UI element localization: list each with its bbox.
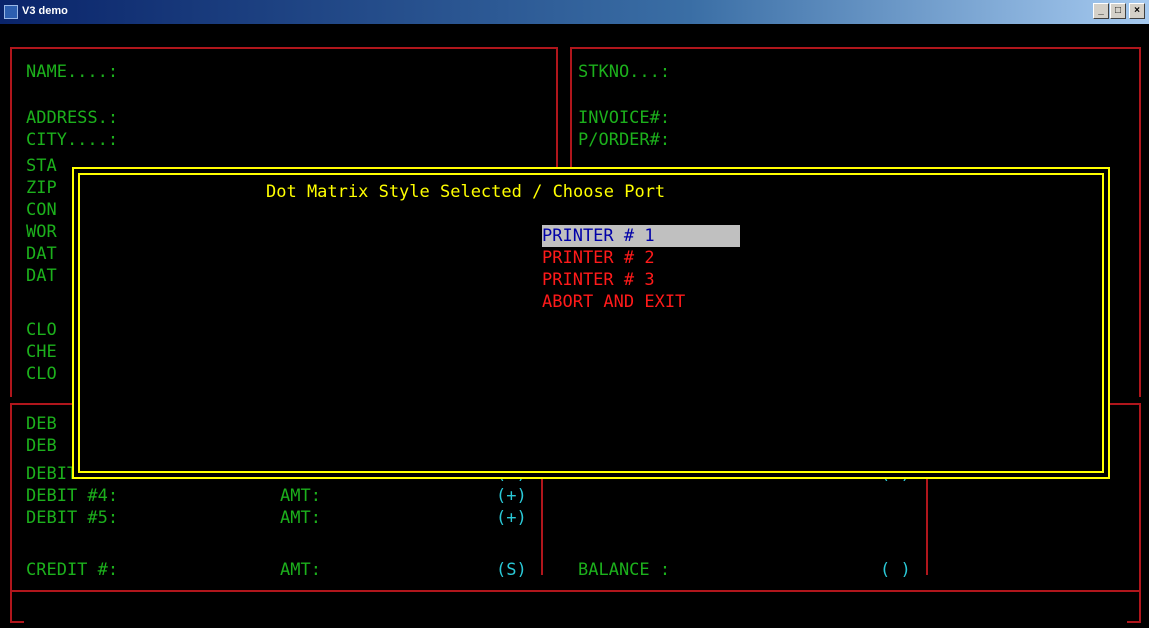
balance-label: BALANCE : [578,560,671,580]
frame-left [10,47,12,397]
field-label: CON [26,200,57,220]
field-label: CLO [26,320,57,340]
frame-left-lower [10,403,12,623]
menu-printer-3[interactable]: PRINTER # 3 [542,269,655,291]
debit-5-sign: (+) [496,508,527,528]
minimize-button[interactable]: _ [1093,3,1109,19]
frame-top-right [570,47,1141,49]
city-label: CITY....: [26,130,119,150]
frame-right [1139,47,1141,397]
close-button[interactable]: × [1129,3,1145,19]
window-title: V3 demo [22,5,68,17]
menu-printer-1[interactable]: PRINTER # 1 [542,225,740,247]
name-label: NAME....: [26,62,119,82]
debit-5-amt: AMT: [280,508,321,528]
frame-bottom [10,590,1141,592]
invoice-label: INVOICE#: [578,108,671,128]
dialog-title: Dot Matrix Style Selected / Choose Port [266,182,666,202]
frame-top-left [10,47,556,49]
debit-4-amt: AMT: [280,486,321,506]
credit-sign: (S) [496,560,527,580]
maximize-button[interactable]: □ [1110,3,1126,19]
debit-bracket [541,465,543,575]
menu-printer-2[interactable]: PRINTER # 2 [542,247,655,269]
field-label: CLO [26,364,57,384]
frame-mid-right [570,47,572,167]
credit-label: CREDIT #: [26,560,119,580]
frame-corner-right [1127,621,1141,623]
balance-sign: ( ) [880,560,911,580]
dialog-inner-border [78,173,1104,473]
title-bar: V3 demo _ □ × [0,0,1149,24]
field-label: ZIP [26,178,57,198]
field-label: DAT [26,266,57,286]
debit-4-sign: (+) [496,486,527,506]
paid-bracket [926,465,928,575]
field-label: DAT [26,244,57,264]
frame-right-lower [1139,403,1141,623]
frame-mid-left [556,47,558,167]
field-label: DEB [26,436,57,456]
porder-label: P/ORDER#: [578,130,671,150]
app-icon [4,5,18,19]
field-label: STA [26,156,57,176]
terminal-screen: NAME....: ADDRESS.: CITY....: STA ZIP CO… [10,27,1141,625]
field-label: CHE [26,342,57,362]
field-label: DEB [26,414,57,434]
credit-amt: AMT: [280,560,321,580]
debit-5-label: DEBIT #5: [26,508,119,528]
debit-4-label: DEBIT #4: [26,486,119,506]
address-label: ADDRESS.: [26,108,119,128]
stkno-label: STKNO...: [578,62,671,82]
field-label: WOR [26,222,57,242]
frame-corner-left [10,621,24,623]
choose-port-dialog: Dot Matrix Style Selected / Choose Port … [72,167,1110,479]
menu-abort-exit[interactable]: ABORT AND EXIT [542,291,685,313]
